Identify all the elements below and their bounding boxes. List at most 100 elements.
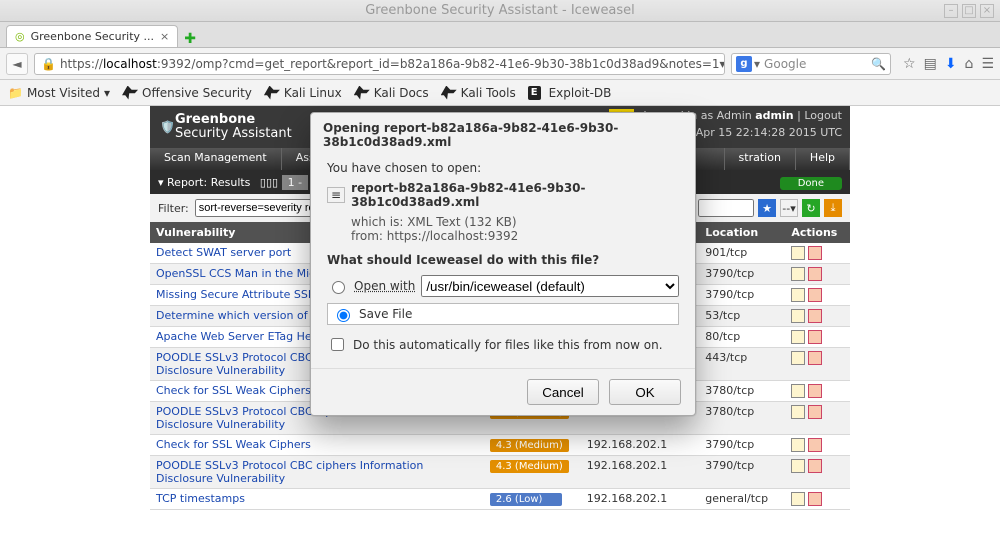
note-icon[interactable] (791, 288, 805, 302)
note-icon[interactable] (791, 246, 805, 260)
bookmarks-bar: 📁 Most Visited ▾ Offensive Security Kali… (0, 80, 1000, 106)
bookmark-kali-tools[interactable]: Kali Tools (441, 86, 516, 100)
filter-input[interactable] (195, 199, 325, 217)
actions-cell (785, 264, 850, 285)
search-engine-chevron-icon[interactable]: ▾ (754, 57, 760, 71)
library-icon[interactable]: ▤ (924, 56, 937, 72)
save-file-label: Save File (359, 307, 412, 321)
open-with-select[interactable]: /usr/bin/iceweasel (default) (421, 275, 679, 297)
note-icon[interactable] (791, 405, 805, 419)
new-tab-button[interactable]: ✚ (184, 31, 196, 47)
bookmark-kali-linux[interactable]: Kali Linux (264, 86, 342, 100)
override-icon[interactable] (808, 330, 822, 344)
refresh-icon[interactable]: ↻ (802, 199, 820, 217)
vuln-link[interactable]: Check for SSL Weak Ciphers (156, 438, 311, 451)
vuln-link[interactable]: Detect SWAT server port (156, 246, 291, 259)
search-icon[interactable]: 🔍 (871, 57, 886, 71)
override-icon[interactable] (808, 459, 822, 473)
browser-toolbar-icons: ☆ ▤ ⬇ ⌂ ☰ (897, 56, 994, 72)
logout-link[interactable]: Logout (804, 109, 842, 122)
override-icon[interactable] (808, 492, 822, 506)
filter-dropdown[interactable]: --▾ (780, 199, 798, 217)
open-with-label: Open with (354, 279, 415, 293)
menu-icon[interactable]: ☰ (981, 56, 994, 72)
severity-cell: 4.3 (Medium) (484, 435, 581, 456)
port-cell: general/tcp (699, 489, 785, 510)
maximize-button[interactable]: □ (962, 4, 976, 18)
dialog-filename: report-b82a186a-9b82-41e6-9b30-38b1c0d38… (351, 181, 679, 209)
host-cell: 192.168.202.1 (581, 435, 699, 456)
override-icon[interactable] (808, 288, 822, 302)
export-icon[interactable]: ⤓ (824, 199, 842, 217)
nav-administration[interactable]: stration (725, 148, 796, 170)
col-location[interactable]: Location (699, 222, 785, 243)
globe-icon: ◎ (15, 30, 25, 43)
tab-title: Greenbone Security ... (31, 30, 154, 43)
override-icon[interactable] (808, 384, 822, 398)
tab-greenbone[interactable]: ◎ Greenbone Security ... × (6, 25, 178, 47)
apply-filter-icon[interactable]: ★ (758, 199, 776, 217)
actions-cell (785, 285, 850, 306)
dropdown-icon[interactable]: ▾ (720, 57, 725, 71)
nav-scan-management[interactable]: Scan Management (150, 148, 282, 170)
bookmark-exploit-db[interactable]: E Exploit-DB (528, 86, 612, 100)
filter-label: Filter: (158, 202, 189, 215)
save-file-radio[interactable] (337, 309, 350, 322)
url-prefix: https:// (60, 57, 103, 71)
note-icon[interactable] (791, 309, 805, 323)
bookmark-kali-docs[interactable]: Kali Docs (354, 86, 429, 100)
tab-close-icon[interactable]: × (160, 30, 169, 43)
override-icon[interactable] (808, 438, 822, 452)
home-icon[interactable]: ⌂ (965, 56, 974, 72)
note-icon[interactable] (791, 351, 805, 365)
override-icon[interactable] (808, 267, 822, 281)
vuln-link[interactable]: OpenSSL CCS Man in the Middle (156, 267, 333, 280)
vuln-link[interactable]: TCP timestamps (156, 492, 245, 505)
host-cell: 192.168.202.1 (581, 456, 699, 489)
port-cell: 3780/tcp (699, 402, 785, 435)
table-row: Check for SSL Weak Ciphers 4.3 (Medium)19… (150, 435, 850, 456)
kali-icon (354, 86, 370, 100)
bookmark-most-visited[interactable]: 📁 Most Visited ▾ (8, 86, 110, 100)
vuln-link[interactable]: POODLE SSLv3 Protocol CBC ciphers Inform… (156, 459, 423, 485)
secondary-input[interactable] (698, 199, 754, 217)
port-cell: 80/tcp (699, 327, 785, 348)
ok-button[interactable]: OK (609, 379, 681, 405)
note-icon[interactable] (791, 492, 805, 506)
back-button[interactable]: ◄ (6, 53, 28, 75)
dialog-question: What should Iceweasel do with this file? (327, 253, 679, 267)
chevron-down-icon: ▾ (104, 86, 110, 100)
remember-checkbox[interactable] (331, 338, 344, 351)
override-icon[interactable] (808, 405, 822, 419)
open-with-radio[interactable] (332, 281, 345, 294)
note-icon[interactable] (791, 267, 805, 281)
bookmark-offensive-security[interactable]: Offensive Security (122, 86, 252, 100)
downloads-icon[interactable]: ⬇ (945, 56, 957, 72)
override-icon[interactable] (808, 246, 822, 260)
kali-icon (441, 86, 457, 100)
cancel-button[interactable]: Cancel (527, 379, 599, 405)
lock-icon: 🔒 (41, 57, 56, 71)
override-icon[interactable] (808, 351, 822, 365)
url-path: :9392/omp?cmd=get_report&report_id=b82a1… (157, 57, 720, 71)
actions-cell (785, 306, 850, 327)
actions-cell (785, 456, 850, 489)
override-icon[interactable] (808, 309, 822, 323)
url-input[interactable]: 🔒 https:// localhost :9392/omp?cmd=get_r… (34, 53, 725, 75)
note-icon[interactable] (791, 459, 805, 473)
table-row: POODLE SSLv3 Protocol CBC ciphers Inform… (150, 456, 850, 489)
bookmark-icon[interactable]: ☆ (903, 56, 916, 72)
note-icon[interactable] (791, 330, 805, 344)
vuln-link[interactable]: Check for SSL Weak Ciphers (156, 384, 311, 397)
port-cell: 443/tcp (699, 348, 785, 381)
kali-icon (264, 86, 280, 100)
note-icon[interactable] (791, 384, 805, 398)
greenbone-logo-icon: 🛡️ (160, 120, 175, 134)
severity-cell: 2.6 (Low) (484, 489, 581, 510)
nav-help[interactable]: Help (796, 148, 850, 170)
search-box[interactable]: g ▾ Google 🔍 (731, 53, 891, 75)
close-window-button[interactable]: × (980, 4, 994, 18)
col-actions[interactable]: Actions (785, 222, 850, 243)
minimize-button[interactable]: – (944, 4, 958, 18)
note-icon[interactable] (791, 438, 805, 452)
